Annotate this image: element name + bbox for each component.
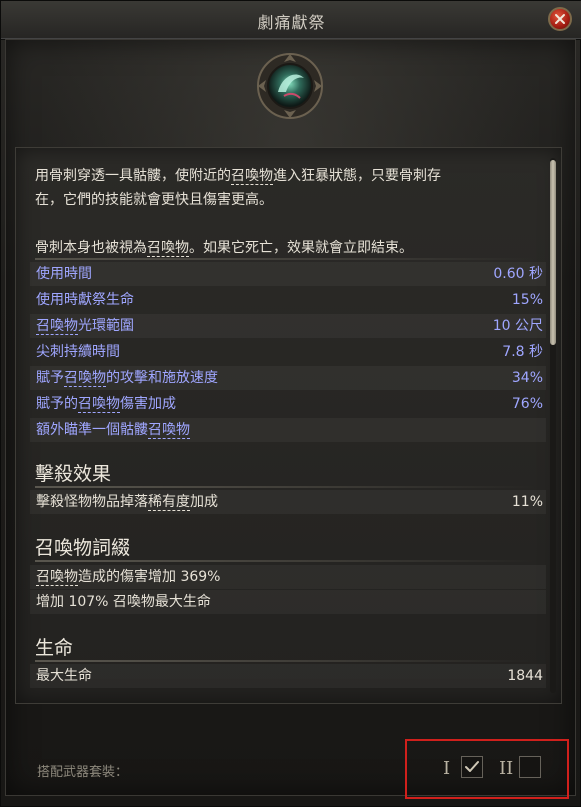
close-button[interactable] — [548, 7, 572, 31]
skill-details-window: 劇痛獻祭 用骨刺穿透一具骷髏，使附近的召喚物進入狂暴狀態，只要骨刺存 在，它們的… — [0, 0, 581, 807]
stat-label: 額外瞄準一個骷髏召喚物 — [36, 418, 190, 442]
stat-label: 使用時間 — [36, 266, 92, 282]
section-divider — [35, 486, 535, 488]
stat-value: 34% — [511, 370, 543, 386]
stat-label: 尖刺持續時間 — [36, 344, 120, 360]
minion-keyword[interactable]: 召喚物 — [148, 422, 190, 439]
desc-line-2: 在，它們的技能就會更快且傷害更高。 — [35, 192, 273, 208]
title-bar: 劇痛獻祭 — [1, 1, 581, 40]
desc-text: 用骨刺穿透一具骷髏，使附近的 — [35, 168, 231, 184]
stat-row: 賦予召喚物的攻擊和施放速度 34% — [30, 366, 546, 390]
weapon-set-selector: I II — [405, 739, 569, 799]
weapon-set-2-label: II — [499, 758, 514, 779]
section-divider — [35, 560, 535, 562]
rarity-keyword[interactable]: 稀有度 — [148, 494, 190, 511]
minion-keyword[interactable]: 召喚物 — [64, 370, 106, 387]
close-icon — [555, 14, 565, 24]
minion-keyword[interactable]: 召喚物 — [78, 396, 120, 413]
checkmark-icon — [465, 761, 479, 772]
stat-label: 召喚物光環範圍 — [36, 314, 134, 338]
stat-label-text: 造成的傷害增加 369% — [78, 569, 221, 585]
stat-row: 使用時獻祭生命 15% — [30, 288, 546, 312]
stat-row: 尖刺持續時間 7.8 秒 — [30, 340, 546, 364]
scrollbar[interactable] — [550, 158, 556, 693]
minion-affix-row: 增加 107% 召喚物最大生命 — [30, 590, 546, 614]
scroll-thumb[interactable] — [550, 160, 556, 345]
minion-affix-row: 召喚物造成的傷害增加 369% — [30, 565, 546, 589]
stat-value: 0.60 秒 — [493, 266, 543, 282]
window-title: 劇痛獻祭 — [257, 13, 326, 32]
bone-spirit-skill-icon — [257, 53, 323, 119]
stat-label-text: 傷害加成 — [120, 396, 176, 412]
stat-label: 最大生命 — [36, 668, 92, 684]
stat-label-text: 擊殺怪物物品掉落 — [36, 494, 148, 510]
stat-row: 召喚物光環範圍 10 公尺 — [30, 314, 546, 338]
stat-row: 賦予的召喚物傷害加成 76% — [30, 392, 546, 416]
weapon-set-label: 搭配武器套裝： — [37, 765, 129, 780]
stat-label: 賦予的召喚物傷害加成 — [36, 392, 176, 416]
weapon-set-1-checkbox[interactable] — [461, 756, 483, 778]
stat-value: 7.8 秒 — [502, 344, 543, 360]
stat-label-text: 光環範圍 — [78, 318, 134, 334]
skill-info-panel[interactable]: 用骨刺穿透一具骷髏，使附近的召喚物進入狂暴狀態，只要骨刺存 在，它們的技能就會更… — [15, 147, 562, 704]
stat-value: 15% — [511, 292, 543, 308]
life-heading: 生命 — [35, 637, 74, 659]
weapon-set-1-label: I — [443, 758, 451, 779]
stat-label: 增加 107% 召喚物最大生命 — [36, 594, 211, 610]
stat-label: 使用時獻祭生命 — [36, 292, 134, 308]
skill-description: 用骨刺穿透一具骷髏，使附近的召喚物進入狂暴狀態，只要骨刺存 在，它們的技能就會更… — [35, 164, 525, 260]
stat-label-text: 賦予 — [36, 370, 64, 386]
stat-label-text: 額外瞄準一個骷髏 — [36, 422, 148, 438]
stat-label: 召喚物造成的傷害增加 369% — [36, 565, 220, 589]
life-row: 最大生命 1844 — [30, 664, 546, 688]
stat-label-text: 的攻擊和施放速度 — [106, 370, 218, 386]
desc-text: 進入狂暴狀態，只要骨刺存 — [273, 168, 441, 184]
divider — [35, 258, 535, 260]
stat-label: 擊殺怪物物品掉落稀有度加成 — [36, 490, 218, 514]
kill-effect-heading: 擊殺效果 — [35, 463, 112, 485]
minion-keyword[interactable]: 召喚物 — [36, 569, 78, 586]
stat-value: 10 公尺 — [492, 318, 543, 334]
stat-value: 76% — [511, 396, 543, 412]
stat-value: 1844 — [507, 668, 543, 684]
section-divider — [35, 660, 535, 662]
stat-label: 賦予召喚物的攻擊和施放速度 — [36, 366, 218, 390]
minion-keyword[interactable]: 召喚物 — [231, 168, 273, 185]
stat-row: 額外瞄準一個骷髏召喚物 — [30, 418, 546, 442]
stat-label-text: 加成 — [190, 494, 218, 510]
kill-effect-row: 擊殺怪物物品掉落稀有度加成 11% — [30, 490, 546, 514]
minion-keyword[interactable]: 召喚物 — [147, 240, 189, 257]
minion-affix-heading: 召喚物詞綴 — [35, 537, 131, 559]
stat-value: 11% — [511, 494, 543, 510]
weapon-set-2-checkbox[interactable] — [519, 756, 541, 778]
desc-text: 骨刺本身也被視為 — [35, 240, 147, 256]
stat-label-text: 賦予的 — [36, 396, 78, 412]
minion-keyword[interactable]: 召喚物 — [36, 318, 78, 335]
desc-text: 。如果它死亡，效果就會立即結束。 — [189, 240, 413, 256]
stat-row: 使用時間 0.60 秒 — [30, 262, 546, 286]
